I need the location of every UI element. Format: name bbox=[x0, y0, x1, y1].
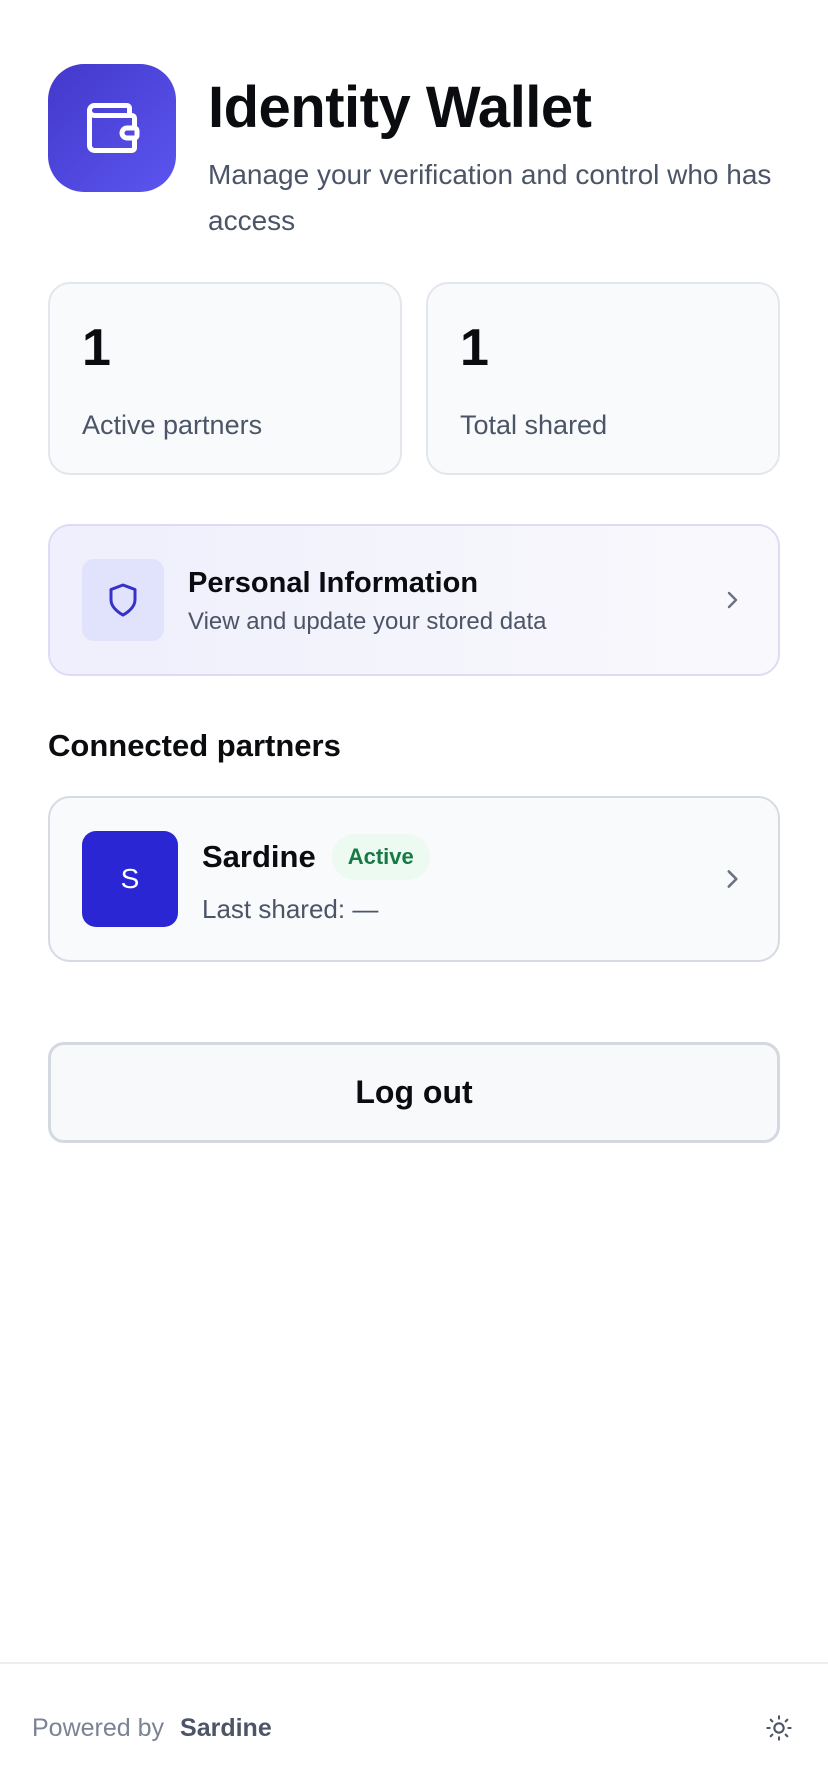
partner-info: Sardine Active Last shared: — bbox=[202, 833, 718, 925]
stat-card-active-partners: 1 Active partners bbox=[48, 282, 402, 475]
partner-card-sardine[interactable]: S Sardine Active Last shared: — bbox=[48, 796, 780, 962]
personal-information-card[interactable]: Personal Information View and update you… bbox=[48, 524, 780, 676]
sun-icon[interactable] bbox=[762, 1711, 796, 1745]
page-subtitle: Manage your verification and control who… bbox=[208, 159, 772, 236]
wallet-icon bbox=[48, 64, 176, 192]
personal-information-text: Personal Information View and update you… bbox=[188, 564, 718, 636]
personal-information-subtitle: View and update your stored data bbox=[188, 608, 547, 635]
partner-avatar: S bbox=[82, 831, 178, 927]
stat-card-total-shared: 1 Total shared bbox=[426, 282, 780, 475]
connected-partners-heading: Connected partners bbox=[48, 728, 341, 763]
page-title: Identity Wallet bbox=[208, 75, 592, 140]
stat-label: Active partners bbox=[82, 410, 263, 440]
status-badge: Active bbox=[331, 833, 430, 880]
footer: Powered by Sardine bbox=[0, 1662, 828, 1792]
logout-button[interactable]: Log out bbox=[48, 1042, 780, 1143]
header-text: Identity Wallet Manage your verification… bbox=[208, 64, 774, 244]
stat-label: Total shared bbox=[460, 410, 608, 440]
partner-last-shared: Last shared: — bbox=[202, 893, 379, 924]
chevron-right-icon bbox=[718, 865, 746, 893]
stats-row: 1 Active partners 1 Total shared bbox=[48, 282, 780, 475]
powered-by-label: Powered by bbox=[32, 1713, 165, 1742]
shield-icon bbox=[82, 559, 164, 641]
brand-name: Sardine bbox=[180, 1713, 272, 1742]
partner-name: Sardine bbox=[202, 838, 316, 874]
partner-name-row: Sardine Active bbox=[202, 833, 718, 880]
chevron-right-icon bbox=[718, 586, 746, 614]
identity-wallet-page: Identity Wallet Manage your verification… bbox=[0, 0, 828, 1792]
stat-value: 1 bbox=[460, 319, 489, 377]
personal-information-title: Personal Information bbox=[188, 567, 479, 599]
stat-value: 1 bbox=[82, 319, 111, 377]
page-header: Identity Wallet Manage your verification… bbox=[48, 64, 780, 244]
